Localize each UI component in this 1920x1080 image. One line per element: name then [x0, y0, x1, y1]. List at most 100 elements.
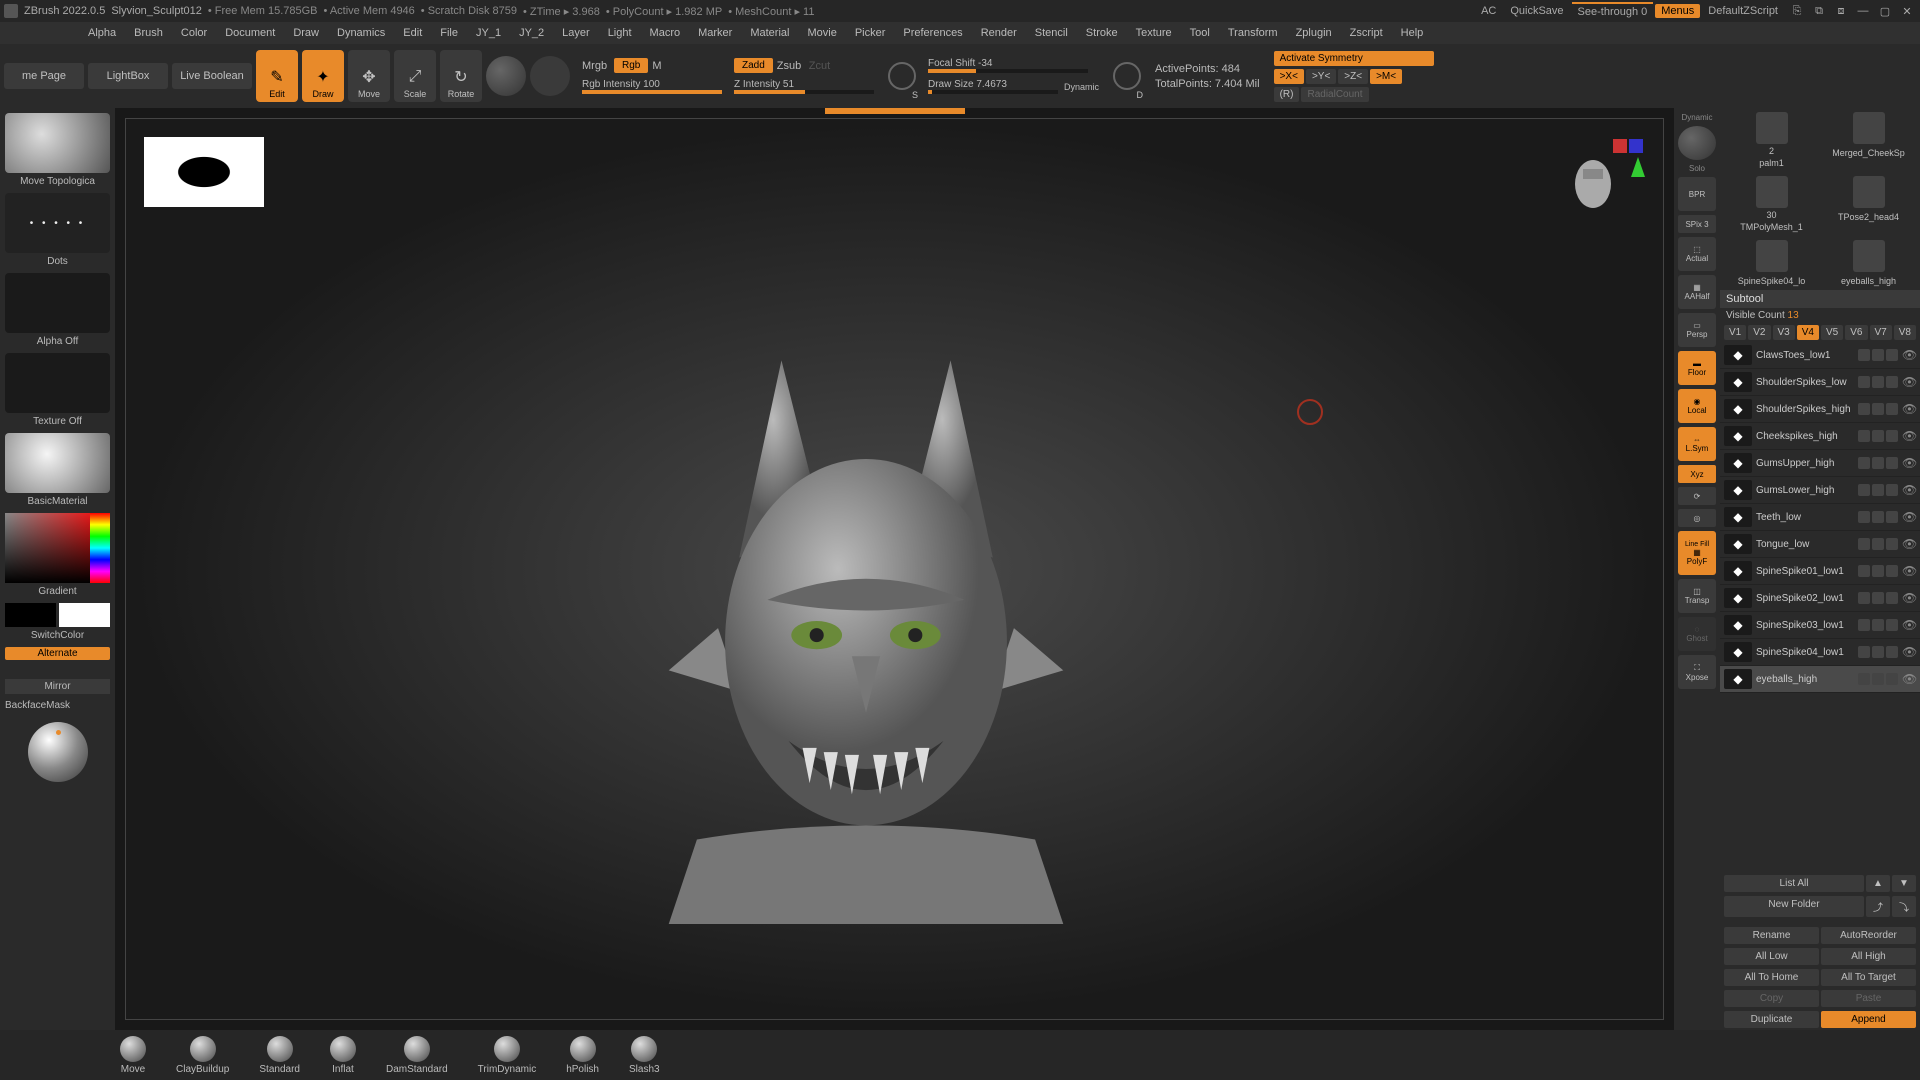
sym-r-button[interactable]: (R): [1274, 87, 1300, 102]
move-mode-button[interactable]: ✥Move: [348, 50, 390, 102]
swatch-white[interactable]: [59, 603, 110, 627]
subtool-item[interactable]: ◆ Tongue_low 👁: [1720, 531, 1920, 558]
vbtn-v3[interactable]: V3: [1773, 325, 1795, 340]
subtool-header[interactable]: Subtool: [1720, 290, 1920, 308]
texture-thumbnail[interactable]: [5, 353, 110, 413]
menu-jy_2[interactable]: JY_2: [511, 24, 552, 42]
tool-SpineSpike04_lo[interactable]: SpineSpike04_lo: [1724, 240, 1819, 286]
tool-TMPolyMesh_1[interactable]: 30 TMPolyMesh_1: [1724, 176, 1819, 232]
arrow-up-button[interactable]: ▲: [1866, 875, 1890, 892]
vbtn-v2[interactable]: V2: [1748, 325, 1770, 340]
visibility-icon[interactable]: 👁: [1902, 510, 1916, 524]
brush-inflat[interactable]: Inflat: [330, 1036, 356, 1075]
s-curve-button[interactable]: S: [888, 62, 916, 90]
ghost-button[interactable]: ◌Ghost: [1678, 617, 1716, 651]
sym-m-button[interactable]: >M<: [1370, 69, 1402, 84]
visibility-icon[interactable]: 👁: [1902, 456, 1916, 470]
gradient-label[interactable]: Gradient: [5, 586, 110, 597]
subtool-item[interactable]: ◆ ShoulderSpikes_high 👁: [1720, 396, 1920, 423]
paste-button[interactable]: Paste: [1821, 990, 1916, 1007]
spix-slider[interactable]: SPix 3: [1678, 215, 1716, 233]
tool-Merged_CheekSp[interactable]: Merged_CheekSp: [1821, 112, 1916, 168]
subtool-item[interactable]: ◆ eyeballs_high 👁: [1720, 666, 1920, 693]
floor-button[interactable]: ▬Floor: [1678, 351, 1716, 385]
mirror-button[interactable]: Mirror: [5, 679, 110, 694]
subtool-item[interactable]: ◆ ClawsToes_low1 👁: [1720, 342, 1920, 369]
focal-shift-slider[interactable]: [928, 69, 1088, 73]
arrow-down-button[interactable]: ▼: [1892, 875, 1916, 892]
alternate-button[interactable]: Alternate: [5, 647, 110, 660]
menu-dynamics[interactable]: Dynamics: [329, 24, 393, 42]
draw-mode-button[interactable]: ✦Draw: [302, 50, 344, 102]
menu-material[interactable]: Material: [742, 24, 797, 42]
axis-gizmo[interactable]: [1553, 129, 1653, 229]
sym-z-button[interactable]: >Z<: [1338, 69, 1368, 84]
menu-transform[interactable]: Transform: [1220, 24, 1286, 42]
allhigh-button[interactable]: All High: [1821, 948, 1916, 965]
rotate-mode-button[interactable]: ↻Rotate: [440, 50, 482, 102]
minimize-icon[interactable]: —: [1854, 5, 1872, 17]
listall-button[interactable]: List All: [1724, 875, 1864, 892]
backfacemask-button[interactable]: BackfaceMask: [5, 700, 110, 711]
gyro-button[interactable]: [486, 56, 526, 96]
solo-button[interactable]: [1678, 126, 1716, 160]
alltohome-button[interactable]: All To Home: [1724, 969, 1819, 986]
subtool-item[interactable]: ◆ SpineSpike04_low1 👁: [1720, 639, 1920, 666]
brush-standard[interactable]: Standard: [259, 1036, 300, 1075]
document-bar[interactable]: [825, 108, 965, 114]
vbtn-v5[interactable]: V5: [1821, 325, 1843, 340]
subtool-item[interactable]: ◆ GumsLower_high 👁: [1720, 477, 1920, 504]
subtool-list[interactable]: ◆ ClawsToes_low1 👁◆ ShoulderSpikes_low 👁…: [1720, 342, 1920, 873]
tool-palm1[interactable]: 2 palm1: [1724, 112, 1819, 168]
autoreorder-button[interactable]: AutoReorder: [1821, 927, 1916, 944]
rgb-intensity-slider[interactable]: [582, 90, 722, 94]
vbtn-v7[interactable]: V7: [1870, 325, 1892, 340]
alltotarget-button[interactable]: All To Target: [1821, 969, 1916, 986]
menu-marker[interactable]: Marker: [690, 24, 740, 42]
menus-button[interactable]: Menus: [1655, 4, 1700, 18]
m-button[interactable]: M: [652, 60, 680, 72]
menu-macro[interactable]: Macro: [642, 24, 689, 42]
brush-trimdynamic[interactable]: TrimDynamic: [478, 1036, 537, 1075]
zcut-button[interactable]: Zcut: [809, 60, 837, 72]
window-icon-1[interactable]: ⎘: [1788, 5, 1806, 18]
maximize-icon[interactable]: ▢: [1876, 5, 1894, 18]
tool-eyeballs_high[interactable]: eyeballs_high: [1821, 240, 1916, 286]
vbtn-v1[interactable]: V1: [1724, 325, 1746, 340]
arrow-up2-button[interactable]: ⤴: [1866, 896, 1890, 917]
menu-color[interactable]: Color: [173, 24, 215, 42]
switchcolor-button[interactable]: SwitchColor: [5, 630, 110, 641]
menu-help[interactable]: Help: [1393, 24, 1432, 42]
menu-tool[interactable]: Tool: [1182, 24, 1218, 42]
brush-move[interactable]: Move: [120, 1036, 146, 1075]
visibility-icon[interactable]: 👁: [1902, 564, 1916, 578]
visibility-icon[interactable]: 👁: [1902, 483, 1916, 497]
menu-movie[interactable]: Movie: [799, 24, 844, 42]
append-button[interactable]: Append: [1821, 1011, 1916, 1028]
sym-x-button[interactable]: >X<: [1274, 69, 1304, 84]
frame-button[interactable]: ⟳: [1678, 487, 1716, 505]
menu-zplugin[interactable]: Zplugin: [1288, 24, 1340, 42]
xpose-button[interactable]: ⛶Xpose: [1678, 655, 1716, 689]
menu-jy_1[interactable]: JY_1: [468, 24, 509, 42]
subtool-item[interactable]: ◆ ShoulderSpikes_low 👁: [1720, 369, 1920, 396]
menu-stencil[interactable]: Stencil: [1027, 24, 1076, 42]
subtool-item[interactable]: ◆ Cheekspikes_high 👁: [1720, 423, 1920, 450]
rename-button[interactable]: Rename: [1724, 927, 1819, 944]
menu-zscript[interactable]: Zscript: [1342, 24, 1391, 42]
brush-slash3[interactable]: Slash3: [629, 1036, 660, 1075]
quicksave-button[interactable]: QuickSave: [1504, 3, 1569, 19]
viewport-canvas[interactable]: [125, 118, 1664, 1020]
mrgb-label[interactable]: Mrgb: [582, 60, 610, 72]
d-curve-button[interactable]: D: [1113, 62, 1141, 90]
menu-brush[interactable]: Brush: [126, 24, 171, 42]
alllow-button[interactable]: All Low: [1724, 948, 1819, 965]
vbtn-v8[interactable]: V8: [1894, 325, 1916, 340]
menu-document[interactable]: Document: [217, 24, 283, 42]
visibility-icon[interactable]: 👁: [1902, 591, 1916, 605]
menu-render[interactable]: Render: [973, 24, 1025, 42]
stroke-thumbnail[interactable]: [5, 193, 110, 253]
polyf-button[interactable]: Line Fill▦PolyF: [1678, 531, 1716, 575]
visibility-icon[interactable]: 👁: [1902, 645, 1916, 659]
menu-layer[interactable]: Layer: [554, 24, 598, 42]
